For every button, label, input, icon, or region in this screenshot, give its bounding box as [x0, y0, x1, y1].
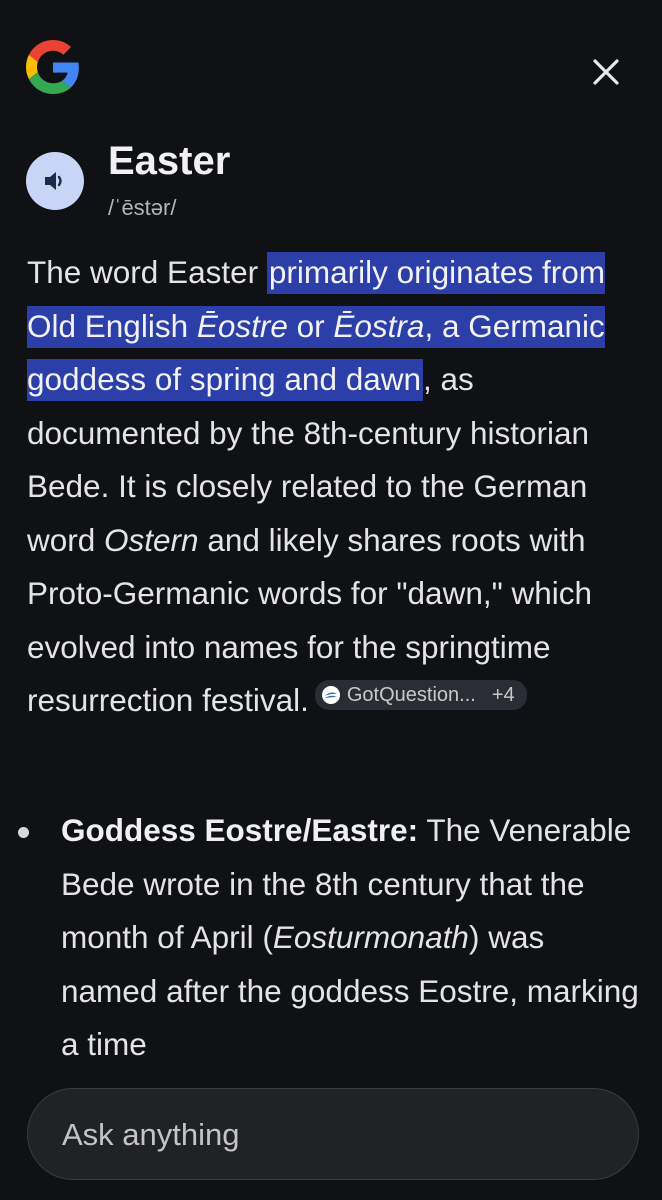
citation-chip[interactable]: GotQuestion... +4 [314, 680, 527, 710]
close-icon [593, 59, 619, 85]
word-header: Easter /ˈēstər/ [26, 138, 626, 228]
bullet-italic: Eosturmonath [272, 919, 469, 955]
list-item: Goddess Eostre/Eastre: The Venerable Bed… [0, 804, 662, 1072]
word-phonetic: /ˈēstər/ [108, 195, 177, 220]
close-button[interactable] [582, 48, 630, 96]
google-g-icon[interactable] [26, 40, 80, 94]
bullet-title: Goddess Eostre/Eastre: [61, 812, 419, 848]
answer-intro: The word Easter [27, 254, 267, 290]
italic-eostre: Ēostre [196, 307, 288, 344]
top-bar [0, 0, 662, 130]
speaker-icon [45, 172, 62, 190]
citation-label: GotQuestion... [346, 684, 476, 706]
ask-bar [27, 1088, 639, 1181]
bullet-dot [18, 827, 29, 838]
answer-paragraph: The word Easter primarily originates fro… [27, 246, 637, 728]
pronunciation-button[interactable] [26, 152, 84, 210]
bullet-list: Goddess Eostre/Eastre: The Venerable Bed… [0, 804, 662, 1072]
citation-count: +4 [491, 684, 515, 706]
word-title: Easter [108, 139, 231, 183]
ask-input[interactable] [60, 1089, 604, 1181]
italic-ostern: Ostern [104, 521, 199, 558]
highlight-text-2: or [287, 307, 334, 344]
italic-eostra: Ēostra [333, 307, 425, 344]
source-favicon-icon [321, 686, 340, 704]
